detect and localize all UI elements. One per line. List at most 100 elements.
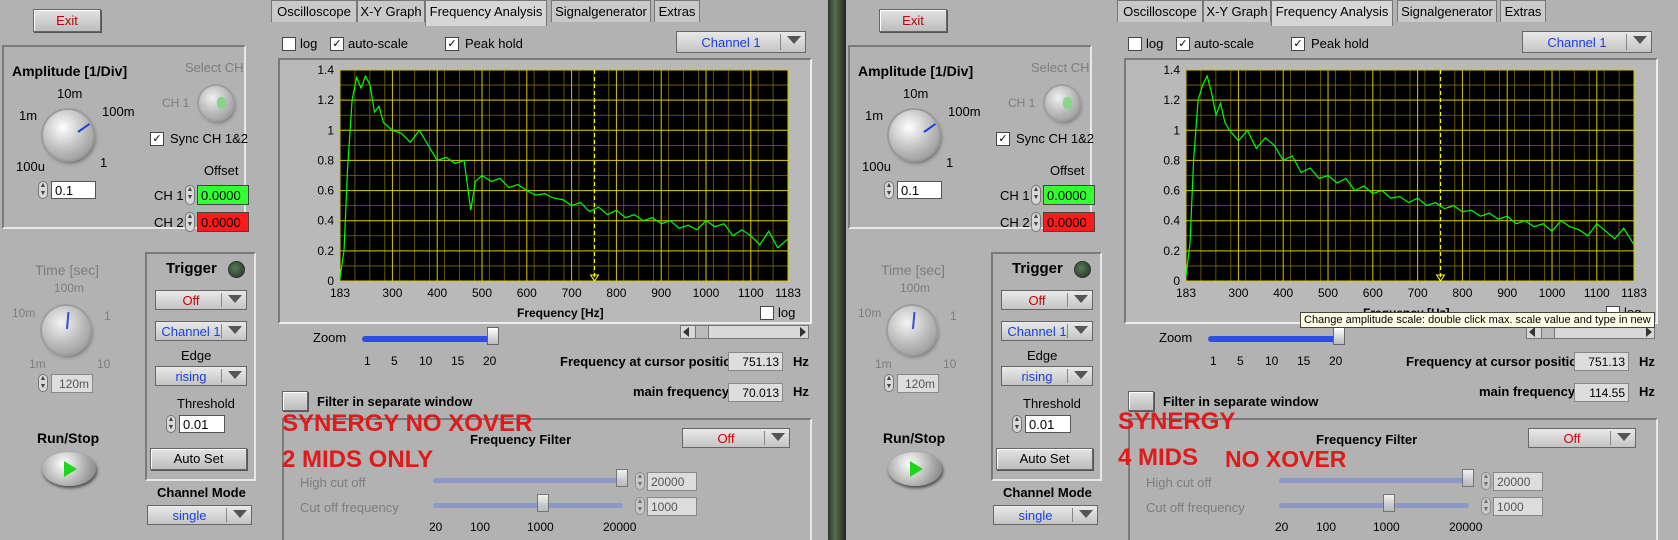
channel-mode-dropdown[interactable]: single (147, 505, 252, 525)
offset-ch1-value[interactable]: 0.0000 (1043, 185, 1095, 205)
channel-mode-dropdown[interactable]: single (993, 505, 1098, 525)
filter-tick-20000: 20000 (603, 520, 637, 534)
cut-off-frequency-spinner[interactable]: ▲ ▼ (635, 497, 645, 515)
filter-window-toggle[interactable] (282, 391, 308, 411)
amplitude-value[interactable]: 0.1 (897, 181, 942, 199)
time-value[interactable]: 120m (897, 374, 939, 393)
edge-dropdown[interactable]: rising (1001, 366, 1093, 386)
time-scale-1m: 1m (875, 357, 892, 371)
tab-signalgenerator[interactable]: Signalgenerator (551, 0, 651, 22)
threshold-spinner[interactable]: ▲ ▼ (1012, 415, 1022, 433)
x-tick-label: 400 (1273, 286, 1293, 300)
select-ch-knob[interactable] (199, 86, 233, 120)
sync-label: Sync CH 1&2 (1016, 131, 1095, 146)
tab-extras[interactable]: Extras (1500, 0, 1546, 22)
zoom-slider-thumb[interactable] (487, 327, 499, 345)
high-cut-off-thumb[interactable] (1462, 469, 1474, 487)
tab-extras[interactable]: Extras (654, 0, 700, 22)
amplitude-knob[interactable] (889, 110, 939, 160)
tab-xy-graph[interactable]: X-Y Graph (357, 0, 425, 22)
sync-checkbox[interactable]: ✓ (150, 132, 164, 146)
zoom-slider-thumb[interactable] (1333, 327, 1345, 345)
cut-off-frequency-slider[interactable] (1279, 503, 1469, 508)
exit-button[interactable]: Exit (33, 9, 101, 32)
spectrum-chart[interactable]: 183 300 400 500 600 700 800 900 1000 1100 1183 1.4 1… (1126, 60, 1656, 322)
trigger-mode-dropdown[interactable]: Off (155, 290, 247, 310)
offset-ch2-spinner[interactable]: ▲ ▼ (185, 212, 195, 232)
high-cut-off-spinner[interactable]: ▲ ▼ (635, 472, 645, 490)
threshold-spinner[interactable]: ▲ ▼ (166, 415, 176, 433)
high-cut-off-thumb[interactable] (616, 469, 628, 487)
run-stop-label: Run/Stop (883, 430, 946, 446)
cut-off-frequency-thumb[interactable] (1383, 494, 1395, 512)
time-knob[interactable] (42, 306, 90, 354)
tab-frequency-analysis[interactable]: Frequency Analysis (1271, 0, 1393, 26)
amplitude-value[interactable]: 0.1 (51, 181, 96, 199)
time-value[interactable]: 120m (51, 374, 93, 393)
log-checkbox[interactable] (1128, 37, 1142, 51)
filter-window-label: Filter in separate window (1163, 394, 1319, 409)
offset-ch1-value[interactable]: 0.0000 (197, 185, 249, 205)
offset-ch1-spinner[interactable]: ▲ ▼ (185, 185, 195, 205)
graph-channel-dropdown[interactable]: Channel 1 (676, 31, 806, 53)
log-checkbox[interactable] (282, 37, 296, 51)
peak-hold-checkbox[interactable]: ✓ (445, 37, 459, 51)
high-cut-off-value[interactable]: 20000 (647, 472, 697, 491)
filter-window-label: Filter in separate window (317, 394, 473, 409)
offset-ch1-spinner[interactable]: ▲ ▼ (1031, 185, 1041, 205)
tab-xy-graph[interactable]: X-Y Graph (1203, 0, 1271, 22)
amplitude-knob[interactable] (43, 110, 93, 160)
edge-dropdown[interactable]: rising (155, 366, 247, 386)
peak-hold-label: Peak hold (1311, 36, 1369, 51)
tab-frequency-analysis[interactable]: Frequency Analysis (425, 0, 547, 26)
cut-off-frequency-value[interactable]: 1000 (647, 497, 697, 516)
auto-set-button[interactable]: Auto Set (150, 448, 247, 470)
filter-mode-dropdown[interactable]: Off (682, 428, 790, 448)
threshold-value[interactable]: 0.01 (1025, 415, 1071, 433)
graph-channel-dropdown[interactable]: Channel 1 (1522, 31, 1652, 53)
cut-off-frequency-spinner[interactable]: ▲ ▼ (1481, 497, 1491, 515)
offset-ch2-spinner[interactable]: ▲ ▼ (1031, 212, 1041, 232)
exit-button[interactable]: Exit (879, 9, 947, 32)
zoom-slider[interactable] (362, 336, 492, 342)
select-ch-knob[interactable] (1045, 86, 1079, 120)
cut-off-frequency-thumb[interactable] (537, 494, 549, 512)
time-spinner[interactable]: ▲ ▼ (884, 374, 894, 392)
high-cut-off-slider[interactable] (433, 478, 623, 483)
high-cut-off-spinner[interactable]: ▲ ▼ (1481, 472, 1491, 490)
cut-off-frequency-value[interactable]: 1000 (1493, 497, 1543, 516)
tab-oscilloscope[interactable]: Oscilloscope (271, 0, 357, 22)
amplitude-spinner[interactable]: ▲ ▼ (38, 181, 48, 199)
trigger-mode-dropdown[interactable]: Off (1001, 290, 1093, 310)
auto-scale-checkbox[interactable]: ✓ (330, 37, 344, 51)
threshold-value[interactable]: 0.01 (179, 415, 225, 433)
spectrum-chart[interactable]: 183 300 400 500 600 700 800 900 1000 1100 1183 1.4 1… (280, 60, 810, 322)
run-stop-button[interactable] (42, 452, 96, 486)
x-tick-label: 700 (562, 286, 582, 300)
high-cut-off-slider[interactable] (1279, 478, 1469, 483)
offset-ch2-value[interactable]: 0.0000 (197, 212, 249, 232)
time-title: Time [sec] (35, 262, 100, 278)
annotation-text: SYNERGY (1118, 408, 1236, 435)
high-cut-off-value[interactable]: 20000 (1493, 472, 1543, 491)
time-knob[interactable] (888, 306, 936, 354)
sync-checkbox[interactable]: ✓ (996, 132, 1010, 146)
auto-scale-checkbox[interactable]: ✓ (1176, 37, 1190, 51)
y-tick-label: 0.2 (317, 244, 334, 258)
cut-off-frequency-slider[interactable] (433, 503, 623, 508)
peak-hold-checkbox[interactable]: ✓ (1291, 37, 1305, 51)
amplitude-spinner[interactable]: ▲ ▼ (884, 181, 894, 199)
auto-set-button[interactable]: Auto Set (996, 448, 1093, 470)
time-title: Time [sec] (881, 262, 946, 278)
run-stop-button[interactable] (888, 452, 942, 486)
tab-oscilloscope[interactable]: Oscilloscope (1117, 0, 1203, 22)
zoom-slider[interactable] (1208, 336, 1338, 342)
time-spinner[interactable]: ▲ ▼ (38, 374, 48, 392)
offset-ch2-value[interactable]: 0.0000 (1043, 212, 1095, 232)
x-log-checkbox[interactable] (760, 306, 774, 320)
trigger-channel-dropdown[interactable]: Channel 1 (1001, 321, 1093, 341)
filter-mode-dropdown[interactable]: Off (1528, 428, 1636, 448)
tab-signalgenerator[interactable]: Signalgenerator (1397, 0, 1497, 22)
graph-scrollbar[interactable] (680, 325, 809, 339)
trigger-channel-dropdown[interactable]: Channel 1 (155, 321, 247, 341)
